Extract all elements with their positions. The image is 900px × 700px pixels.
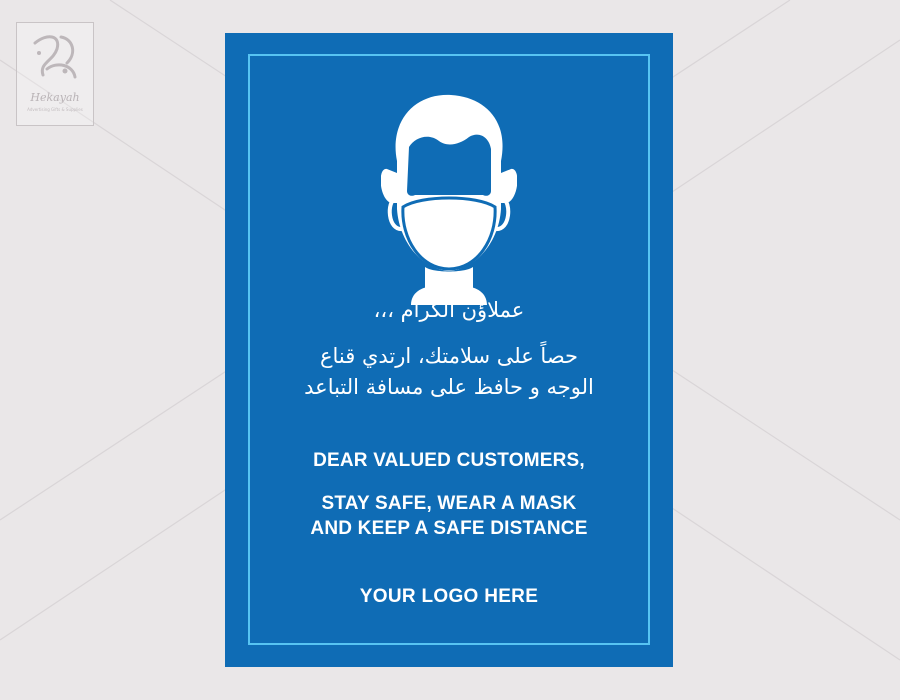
arabic-greeting: عملاؤن الكرام ،،، bbox=[373, 298, 525, 322]
logo-brand-name: Hekayah bbox=[30, 91, 80, 104]
watermark-logo: Hekayah Advertising Gifts & Supplies bbox=[16, 22, 94, 126]
calligraphy-logo-icon bbox=[33, 35, 77, 79]
english-message: STAY SAFE, WEAR A MASK AND KEEP A SAFE D… bbox=[225, 491, 673, 541]
arabic-message-line-1: حصاً على سلامتك، ارتدي قناع bbox=[319, 344, 579, 368]
english-message-line-2: AND KEEP A SAFE DISTANCE bbox=[310, 518, 588, 539]
arabic-message: حصاً على سلامتك، ارتدي قناع الوجه و حافظ… bbox=[225, 341, 673, 403]
face-mask-icon bbox=[381, 94, 517, 305]
arabic-message-line-2: الوجه و حافظ على مسافة التباعد bbox=[304, 375, 594, 399]
logo-placeholder-text: YOUR LOGO HERE bbox=[359, 586, 539, 607]
logo-tagline: Advertising Gifts & Supplies bbox=[27, 107, 83, 112]
english-greeting: DEAR VALUED CUSTOMERS, bbox=[313, 450, 585, 471]
mask-poster: عملاؤن الكرام ،،، حصاً على سلامتك، ارتدي… bbox=[225, 33, 673, 667]
english-message-line-1: STAY SAFE, WEAR A MASK bbox=[321, 493, 577, 514]
